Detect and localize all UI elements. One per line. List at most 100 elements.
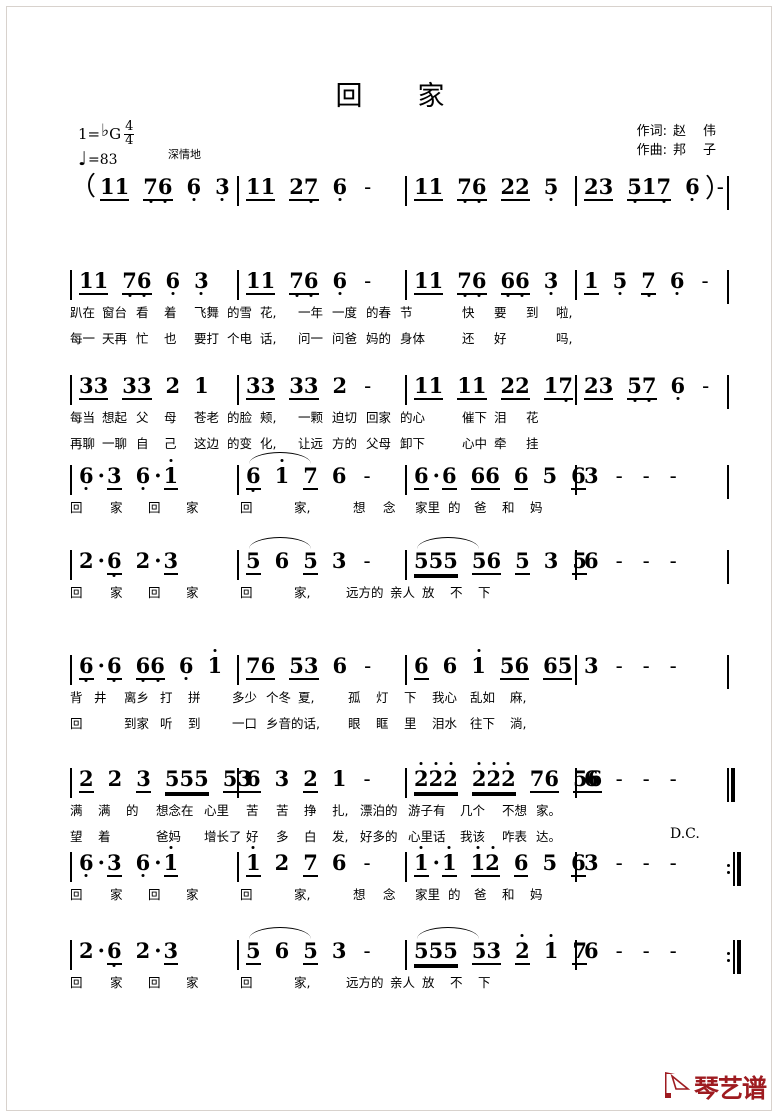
note-group: 66 — [470, 465, 500, 490]
lyric-syllable: 打 — [160, 690, 173, 705]
lyric-syllable: 放 — [422, 975, 435, 990]
measure: 1 · 1 1 2 6 5 6 — [405, 846, 600, 882]
repeat-dots — [727, 852, 730, 886]
barline — [237, 940, 239, 970]
note-digit: 6 — [514, 653, 530, 678]
octave-low-dot — [549, 292, 553, 295]
measure: 1176225 — [405, 176, 572, 206]
octave-high-dot — [477, 649, 481, 652]
note-digit: 2 — [289, 174, 304, 199]
note-group: 6 — [79, 655, 94, 682]
note-group: 76 — [457, 270, 487, 297]
note-digit: 1 — [260, 268, 276, 293]
note-digit: 2 — [79, 938, 94, 963]
lyric-syllable: 花 — [526, 410, 539, 425]
lyric-syllable: 着 — [164, 305, 177, 320]
lyric-syllable: 念 — [383, 500, 396, 515]
composer-role: 作曲: — [636, 143, 667, 158]
note-digit: 2 — [274, 850, 290, 875]
octave-low-dot — [463, 200, 467, 203]
staff-system-line8: 2 · 6 2 · 3 5 6 5 3-5 5 5 5 3 2 1 7 6- - - 回家回家回家, 远方的 亲人放不下 — [70, 927, 741, 990]
lyric-syllable: 回 — [148, 500, 161, 515]
note-dash: - — [363, 851, 371, 875]
note-dash: - — [669, 654, 677, 678]
note-dash: - — [615, 549, 623, 573]
note-group: - — [640, 768, 653, 790]
lyric-syllable: 个冬 — [266, 690, 292, 705]
note-dash: - — [642, 549, 650, 573]
note-group: 1 — [414, 846, 429, 877]
note-digit: 3 — [598, 373, 614, 398]
note-group: 33 — [246, 375, 276, 400]
barline — [405, 375, 407, 405]
note-group: 1 — [163, 459, 179, 490]
note-digit: 6 — [515, 270, 530, 297]
lyric-syllable: 回 — [70, 585, 83, 600]
note-digit: 5 — [542, 463, 558, 488]
lyric-syllable: 家。 — [536, 803, 562, 818]
note-digit: 5 — [612, 268, 628, 295]
lyric-syllable: 灯 — [376, 690, 389, 705]
lyric-syllable: 的变 — [227, 436, 253, 451]
note-digit: 1 — [544, 934, 558, 962]
lyric-syllable: 一颗 — [298, 410, 324, 425]
note-group: 6 — [333, 655, 348, 677]
note-group: 11 — [246, 176, 276, 201]
note-digit: 6 — [513, 850, 529, 875]
lyric-syllable: 多少 — [232, 690, 258, 705]
note-group: 6 — [332, 465, 347, 487]
lyric-syllable: 一度 — [332, 305, 358, 320]
note-digit: 3 — [122, 373, 137, 398]
lyric-syllable: 家, — [294, 500, 311, 515]
lyric-syllable: 趴在 — [70, 305, 96, 320]
note-group: - — [361, 550, 374, 572]
lyric-syllable: 问一 — [298, 331, 324, 346]
lyric-syllable: 心里 — [204, 803, 230, 818]
octave-low-dot — [295, 294, 299, 297]
barline-thin — [727, 375, 729, 409]
note-group: 56 — [471, 550, 502, 575]
lyric-syllable: 一年 — [298, 305, 324, 320]
note-group: 11 — [414, 375, 444, 400]
barline — [575, 550, 577, 580]
octave-low-dot — [251, 489, 255, 492]
lyric-syllable: 卸下 — [400, 436, 426, 451]
note-digit: 3 — [136, 373, 152, 398]
lyric-syllable: 好 — [494, 331, 507, 346]
note-digit: 1 — [246, 268, 261, 293]
octave-low-dot — [647, 399, 651, 402]
note-group: 1 — [194, 375, 209, 397]
lyric-syllable: 啦, — [556, 305, 573, 320]
note-dash: - — [615, 767, 623, 791]
note-group: 33 — [289, 375, 319, 400]
note-group: 6 — [275, 550, 290, 572]
lyric-syllable: 苦 — [276, 803, 289, 818]
note-digit: 1 — [428, 268, 444, 293]
octave-low-dot — [163, 200, 167, 203]
note-digit: 1 — [414, 268, 429, 293]
note-digit: 6 — [246, 465, 261, 492]
lyric-syllable: 回 — [240, 887, 253, 902]
note-group: 22 — [500, 375, 530, 400]
note-digit: 6 — [332, 174, 348, 201]
note-group: 17 — [543, 375, 573, 402]
note-group: 3 — [136, 768, 151, 793]
barline — [405, 465, 407, 495]
staff-system-line1: 1 1 7 6 6 3 1 1 7 6 6-1 1 7 6 6 6 3 1 5 7 6- 趴在 窗台看着飞舞 的雪 花, 一年 一度… — [70, 268, 730, 346]
lyric-syllable: 往下 — [470, 716, 496, 731]
note-group: 3 — [584, 852, 599, 874]
note-dash: - — [364, 654, 372, 678]
note-digit: 1 — [414, 846, 429, 874]
end-barline — [727, 655, 729, 689]
note-digit: 3 — [163, 548, 179, 573]
note-group: 222 — [414, 762, 458, 796]
lyric-syllable: 到 — [188, 716, 201, 731]
note-digit: 5 — [515, 548, 530, 573]
note-digit: 6 — [584, 938, 599, 963]
lyric-syllable: 眼 — [348, 716, 361, 731]
note-digit: 2 — [501, 762, 516, 790]
lyric-syllable: 想念在 — [156, 803, 194, 818]
note-digit: 6 — [274, 548, 290, 573]
lyric-syllable: 回 — [70, 500, 83, 515]
note-digit: 6 — [246, 766, 261, 791]
